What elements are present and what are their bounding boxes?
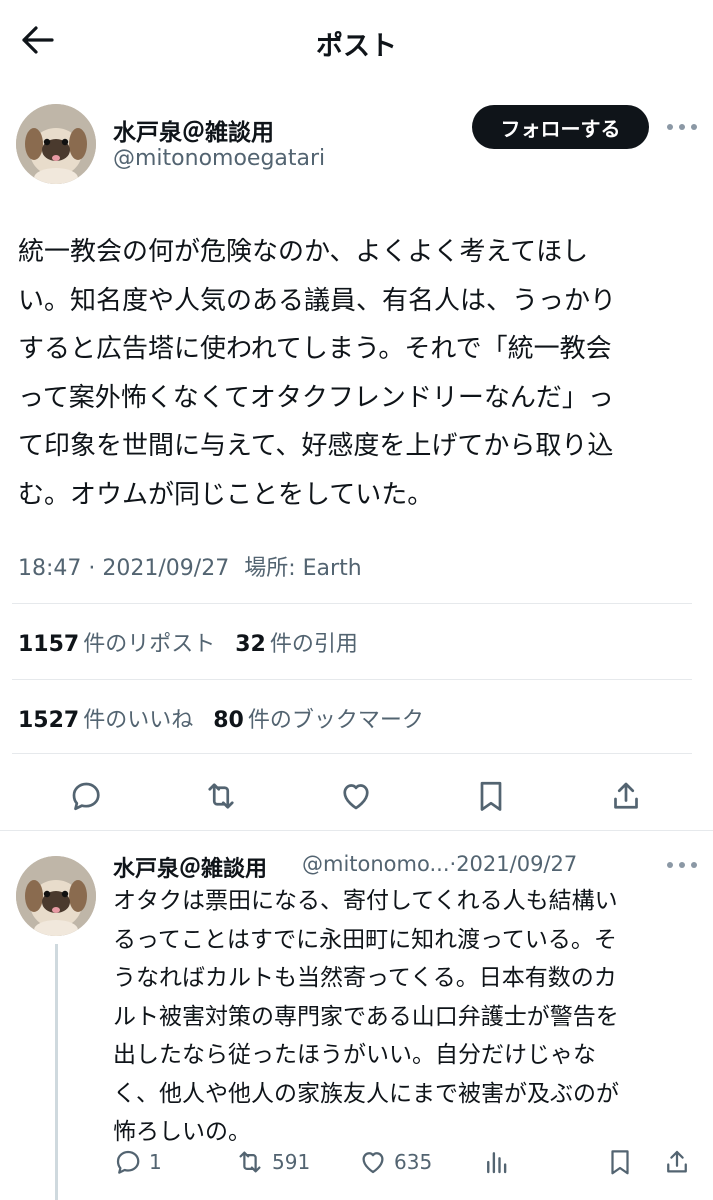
author-name[interactable]: 水戸泉＠雑談用 [113, 113, 274, 147]
reply-like-button[interactable]: 635 [358, 1146, 432, 1178]
like-stats: 1527 件のいいね 80 件のブックマーク [18, 702, 424, 734]
reply-text: オタクは票田になる、寄付してくれる人も結構い るってことはすでに永田町に知れ渡っ… [113, 888, 619, 1145]
views-icon [487, 1152, 507, 1174]
repost-stats: 1157 件のリポスト 32 件の引用 [18, 626, 358, 658]
dog-avatar-icon [16, 856, 96, 936]
author-handle[interactable]: @mitonomoegatari [113, 146, 325, 171]
reply-icon[interactable] [66, 776, 106, 816]
meta-separator: · [88, 556, 103, 581]
bookmarks-stat[interactable]: 80 件のブックマーク [213, 702, 424, 734]
dog-avatar-icon [16, 104, 96, 184]
divider [12, 603, 692, 604]
divider [0, 830, 713, 831]
thread-line [55, 944, 58, 1200]
repost-icon [239, 1151, 261, 1173]
reply-author-name[interactable]: 水戸泉＠雑談用 [113, 851, 267, 883]
reply-avatar[interactable] [16, 856, 96, 936]
reply-date[interactable]: 2021/09/27 [456, 852, 577, 876]
reply-bookmark-button[interactable] [605, 1146, 641, 1178]
likes-stat[interactable]: 1527 件のいいね [18, 702, 193, 734]
location-label: 場所: [244, 556, 296, 581]
reply-icon [116, 1150, 140, 1174]
reply-reply-button[interactable]: 1 [113, 1146, 162, 1178]
reply-count: 1 [149, 1150, 162, 1174]
share-icon [667, 1150, 687, 1173]
reply-more-options-icon[interactable] [667, 857, 697, 873]
top-bar: ポスト [0, 0, 713, 80]
repost-count: 591 [272, 1150, 311, 1174]
divider [12, 753, 692, 754]
page-title: ポスト [316, 31, 397, 62]
avatar[interactable] [16, 104, 96, 184]
like-count: 635 [394, 1150, 433, 1174]
follow-button[interactable]: フォローする [472, 105, 649, 149]
reply-author-handle[interactable]: @mitonomo...·2021/09/27 [302, 852, 577, 876]
reply-views-button[interactable] [482, 1146, 518, 1178]
quotes-stat[interactable]: 32 件の引用 [235, 626, 358, 658]
divider [12, 679, 692, 680]
like-icon [362, 1152, 384, 1174]
reply-repost-button[interactable]: 591 [234, 1146, 310, 1178]
post-text: 統一教会の何が危険なのか、よくよく考えてほし い。知名度や人気のある議員、有名人… [18, 237, 617, 510]
post-meta: 18:47 · 2021/09/27 場所: Earth [18, 550, 362, 582]
post-date[interactable]: 2021/09/27 [102, 556, 229, 581]
reposts-stat[interactable]: 1157 件のリポスト [18, 626, 215, 658]
post-time: 18:47 [18, 556, 82, 581]
repost-icon[interactable] [201, 776, 241, 816]
like-icon[interactable] [336, 776, 376, 816]
post-location: Earth [302, 556, 362, 581]
bookmark-icon [611, 1150, 629, 1175]
bookmark-icon[interactable] [471, 776, 511, 816]
reply-share-button[interactable] [662, 1146, 698, 1178]
share-icon[interactable] [606, 776, 646, 816]
more-options-icon[interactable] [667, 119, 697, 135]
